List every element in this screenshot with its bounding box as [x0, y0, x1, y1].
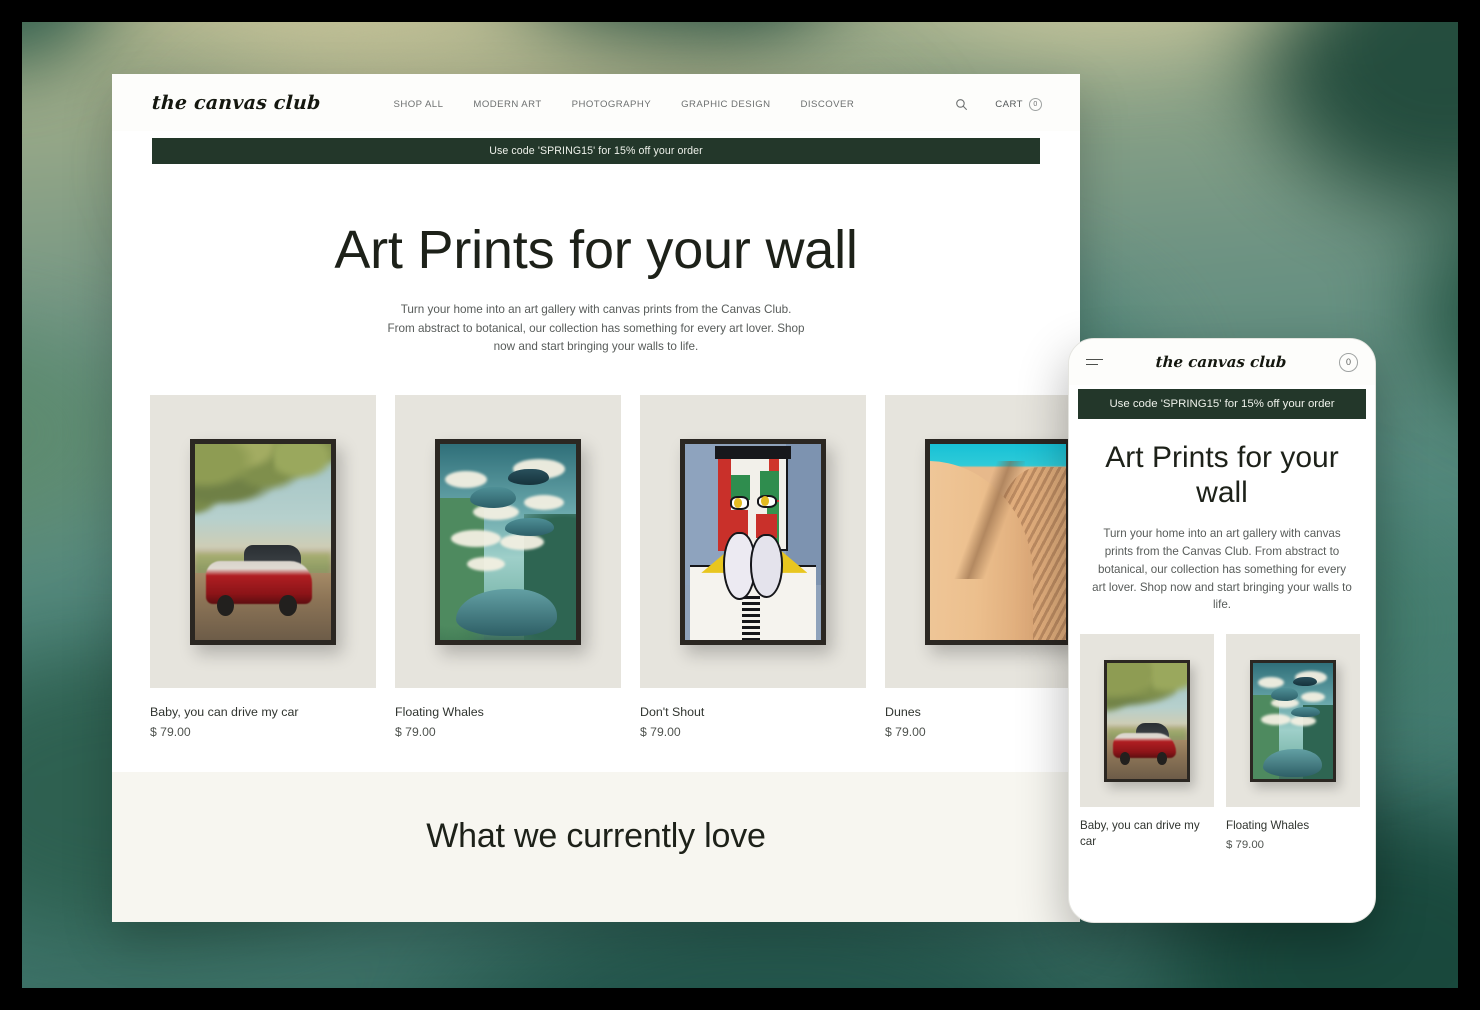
product-price: $ 79.00 [150, 725, 191, 740]
search-icon[interactable] [955, 98, 968, 111]
mobile-site-mockup: the canvas club 0 Use code 'SPRING15' fo… [1068, 338, 1376, 923]
hero-paragraph: Turn your home into an art gallery with … [387, 303, 805, 353]
product-card[interactable]: Dunes $ 79.00 [885, 395, 1080, 739]
main-navigation: SHOP ALL MODERN ART PHOTOGRAPHY GRAPHIC … [394, 96, 855, 110]
product-card[interactable]: Floating Whales $ 79.00 [395, 395, 621, 739]
navbar-actions: CART 0 [955, 95, 1042, 111]
artwork-floating-whales [440, 443, 576, 640]
product-price: $ 79.00 [885, 725, 926, 740]
section-heading: What we currently love [426, 817, 766, 856]
product-title: Floating Whales [1226, 819, 1310, 833]
picture-frame [435, 438, 581, 645]
cart-label: CART [995, 98, 1023, 110]
desktop-navbar: the canvas club SHOP ALL MODERN ART PHOT… [112, 74, 1080, 131]
hero-heading: Art Prints for your wall [334, 220, 858, 280]
artwork-cubist-portrait [685, 443, 821, 640]
artwork-floating-whales [1253, 662, 1333, 779]
product-card[interactable]: Don't Shout $ 79.00 [640, 395, 866, 739]
artwork-red-car [1107, 662, 1187, 779]
nav-item-photography[interactable]: PHOTOGRAPHY [572, 99, 651, 110]
product-image[interactable] [395, 395, 621, 689]
currently-love-section: What we currently love [112, 772, 1080, 922]
cart-count-badge: 0 [1029, 97, 1042, 111]
product-title: Floating Whales [395, 705, 484, 720]
mobile-cart-badge[interactable]: 0 [1339, 352, 1358, 372]
mobile-site-logo[interactable]: the canvas club [1113, 353, 1330, 371]
product-image[interactable] [150, 395, 376, 689]
nav-item-shop-all[interactable]: SHOP ALL [394, 99, 444, 110]
product-image[interactable] [885, 395, 1080, 689]
picture-frame [1250, 659, 1336, 782]
nav-item-discover[interactable]: DISCOVER [801, 99, 855, 110]
picture-frame [190, 438, 336, 645]
product-card[interactable]: Baby, you can drive my car [1080, 634, 1214, 854]
product-price: $ 79.00 [1226, 838, 1265, 851]
mobile-product-grid: Baby, you can drive my car Floating Whal… [1069, 614, 1375, 854]
mobile-promo-banner[interactable]: Use code 'SPRING15' for 15% off your ord… [1078, 389, 1366, 419]
product-title: Dunes [885, 705, 921, 720]
product-title: Baby, you can drive my car [150, 705, 299, 720]
product-card[interactable]: Floating Whales $ 79.00 [1226, 634, 1360, 854]
product-grid: Baby, you can drive my car $ 79.00 Float… [112, 356, 1080, 739]
promo-banner[interactable]: Use code 'SPRING15' for 15% off your ord… [152, 138, 1040, 164]
nav-item-graphic-design[interactable]: GRAPHIC DESIGN [681, 99, 770, 110]
mobile-hero-paragraph: Turn your home into an art gallery with … [1092, 526, 1352, 612]
picture-frame [1104, 659, 1190, 782]
product-image[interactable] [1226, 634, 1360, 808]
picture-frame [680, 438, 826, 645]
product-image[interactable] [640, 395, 866, 689]
nav-item-modern-art[interactable]: MODERN ART [473, 99, 541, 110]
site-logo[interactable]: the canvas club [151, 92, 321, 114]
product-title: Don't Shout [640, 705, 705, 720]
mobile-navbar: the canvas club 0 [1069, 339, 1375, 385]
picture-frame [925, 438, 1071, 645]
artwork-red-car [195, 443, 331, 640]
screenshot-stage: the canvas club SHOP ALL MODERN ART PHOT… [0, 0, 1480, 1010]
cart-button[interactable]: CART 0 [995, 97, 1042, 111]
product-price: $ 79.00 [640, 725, 681, 740]
hamburger-menu-icon[interactable] [1086, 358, 1103, 366]
desktop-site-mockup: the canvas club SHOP ALL MODERN ART PHOT… [112, 74, 1080, 922]
product-title: Baby, you can drive my car [1080, 819, 1200, 848]
mobile-hero-heading: Art Prints for your wall [1105, 441, 1339, 509]
artwork-dunes [930, 443, 1066, 640]
hero-section: Art Prints for your wall Turn your home … [112, 164, 1080, 356]
product-price: $ 79.00 [395, 725, 436, 740]
product-image[interactable] [1080, 634, 1214, 808]
product-card[interactable]: Baby, you can drive my car $ 79.00 [150, 395, 376, 739]
mobile-hero-section: Art Prints for your wall Turn your home … [1069, 419, 1375, 614]
